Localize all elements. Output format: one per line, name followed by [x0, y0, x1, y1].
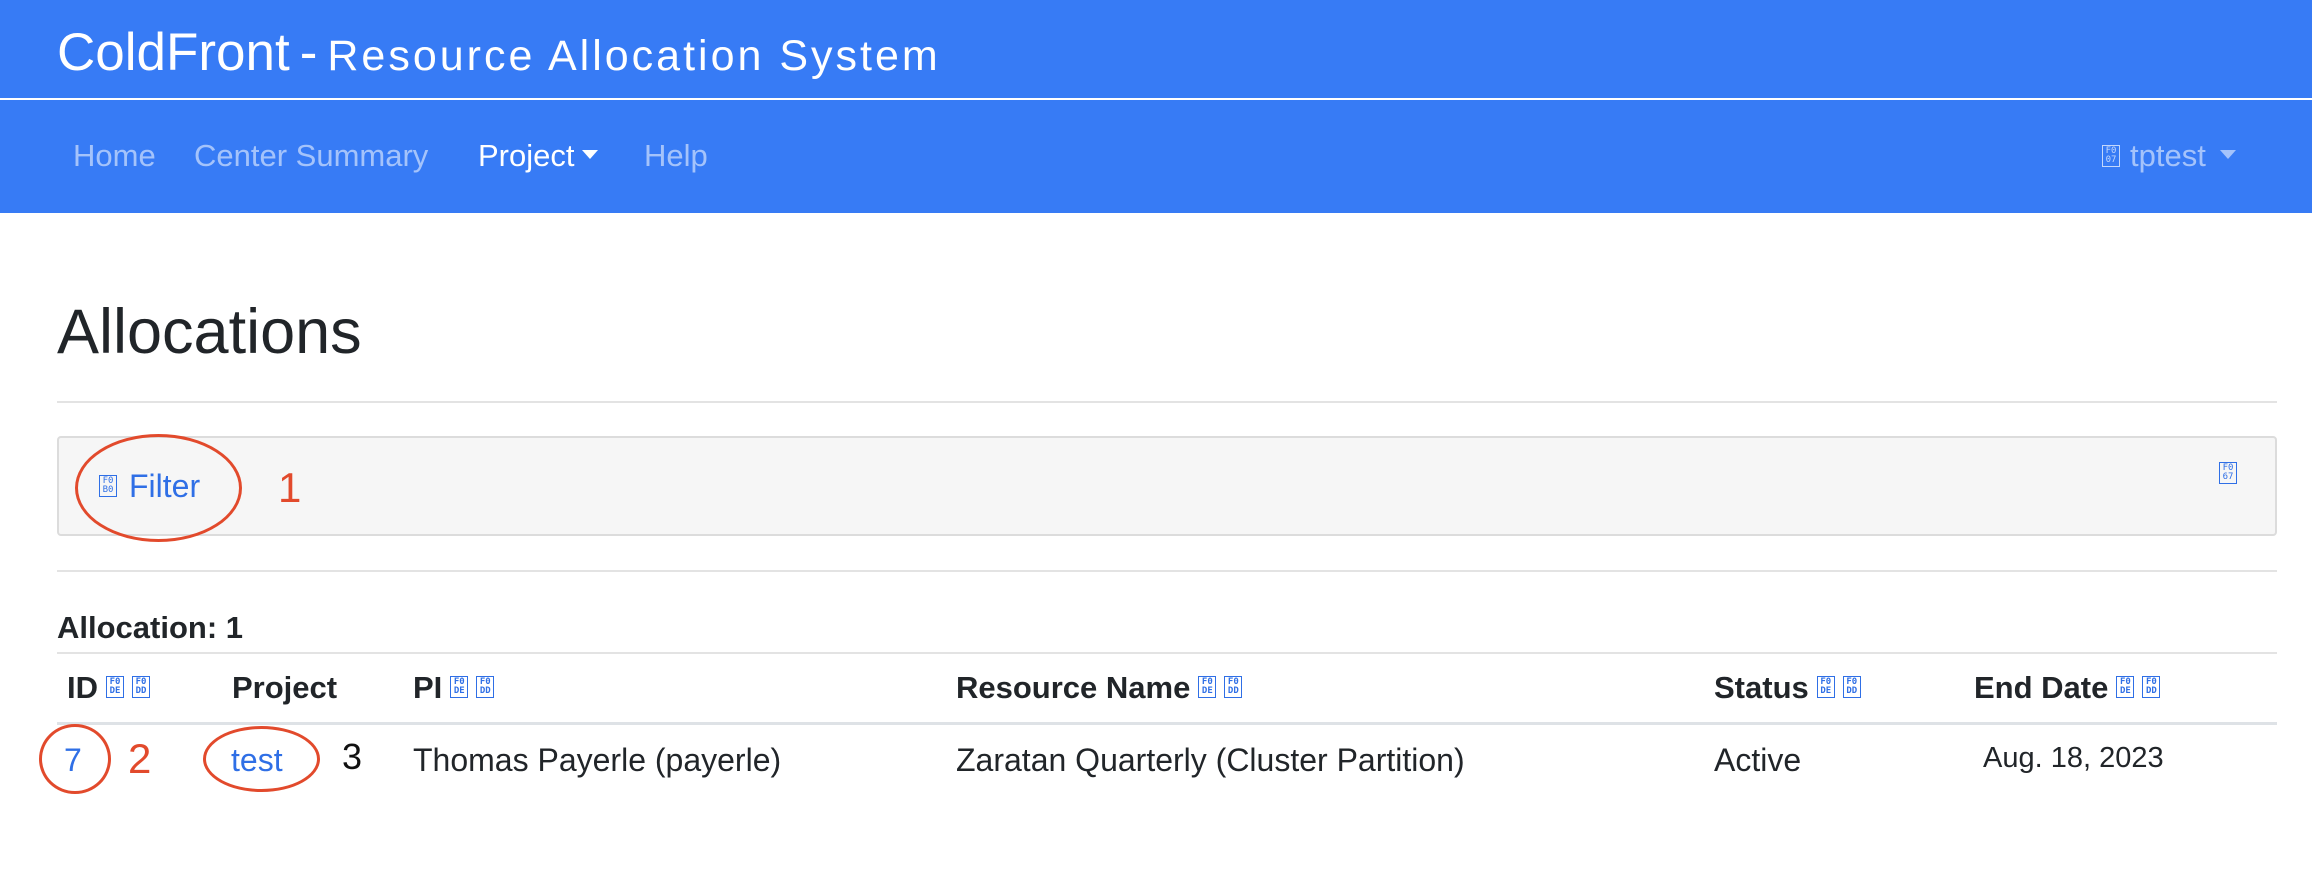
sort-descending-icon[interactable]: F0 DD: [476, 675, 495, 698]
sort-descending-icon[interactable]: F0 DD: [2142, 675, 2161, 698]
column-header-label: Project: [232, 670, 338, 705]
annotation-number-3: 3: [342, 736, 363, 777]
column-header-label: ID: [67, 670, 98, 705]
annotation-circle-id: [39, 724, 111, 794]
sort-descending-icon[interactable]: F0 DD: [132, 675, 150, 698]
end-date-cell: Aug. 18, 2023: [1983, 742, 2164, 774]
column-header-label: Resource Name: [956, 670, 1191, 705]
annotation-circle-filter: [75, 434, 242, 542]
sort-descending-icon[interactable]: F0 DD: [1842, 675, 1861, 698]
sort-descending-icon[interactable]: F0 DD: [1224, 675, 1243, 698]
annotation-number-2: 2: [128, 735, 152, 782]
nav-center-summary[interactable]: Center Summary: [194, 138, 428, 174]
sort-ascending-icon[interactable]: F0 DE: [1816, 675, 1835, 698]
pi-cell: Thomas Payerle (payerle): [413, 742, 782, 778]
annotation-circle-project: [203, 726, 320, 792]
user-name: tptest: [2130, 138, 2206, 173]
column-header-label: PI: [413, 670, 443, 705]
annotation-number-1: 1: [278, 464, 302, 511]
filter-divider: [57, 570, 2277, 572]
app-subtitle: Resource Allocation System: [327, 32, 941, 80]
page-title: Allocations: [57, 297, 362, 367]
user-menu-dropdown[interactable]: F0 07 tptest: [2102, 138, 2236, 174]
sort-ascending-icon[interactable]: F0 DE: [1198, 675, 1217, 698]
expand-icon[interactable]: F0 67: [2219, 462, 2237, 484]
column-header-pi: PI F0 DE F0 DD: [413, 670, 495, 706]
title-divider: [57, 401, 2277, 403]
column-header-label: Status: [1714, 670, 1809, 705]
column-header-resource-name: Resource Name F0 DE F0 DD: [956, 670, 1243, 706]
navbar: Home Center Summary Project Help F0 07 tpt…: [0, 100, 2312, 213]
nav-project-label: Project: [478, 138, 575, 173]
column-header-status: Status F0 DE F0 DD: [1714, 670, 1861, 706]
filter-card: F0 B0 Filter F0 67: [57, 436, 2277, 536]
chevron-down-icon: [582, 150, 599, 160]
column-header-end-date: End Date F0 DE F0 DD: [1974, 670, 2161, 706]
user-icon: F0 07: [2102, 144, 2120, 167]
nav-project-dropdown[interactable]: Project: [478, 138, 599, 174]
nav-home[interactable]: Home: [73, 138, 156, 174]
table-top-border: [57, 652, 2277, 654]
column-header-label: End Date: [1974, 670, 2109, 705]
status-cell: Active: [1714, 742, 1802, 778]
brand-bar: ColdFront - Resource Allocation System: [0, 0, 2312, 100]
brand[interactable]: ColdFront - Resource Allocation System: [57, 22, 941, 83]
app-name: ColdFront: [57, 23, 290, 82]
allocation-count: Allocation: 1: [57, 610, 244, 645]
column-header-id: ID F0 DE F0 DD: [67, 670, 150, 706]
brand-separator: -: [299, 23, 318, 82]
sort-ascending-icon[interactable]: F0 DE: [2116, 675, 2135, 698]
nav-help[interactable]: Help: [644, 138, 708, 174]
chevron-down-icon: [2219, 150, 2236, 160]
sort-ascending-icon[interactable]: F0 DE: [450, 675, 469, 698]
column-header-project: Project: [232, 670, 337, 706]
sort-ascending-icon[interactable]: F0 DE: [106, 675, 124, 698]
table-header-border: [57, 722, 2277, 725]
resource-name-cell: Zaratan Quarterly (Cluster Partition): [956, 742, 1465, 778]
